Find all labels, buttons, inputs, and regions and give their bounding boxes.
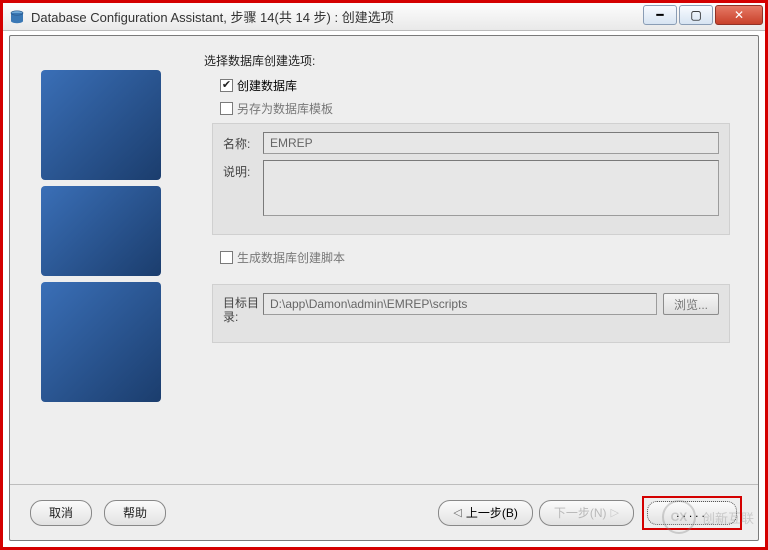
next-button: 下一步(N) ▷ bbox=[539, 500, 634, 526]
back-button[interactable]: ◁ 上一步(B) bbox=[438, 500, 532, 526]
help-button[interactable]: 帮助 bbox=[104, 500, 166, 526]
main-panel: 选择数据库创建选项: 创建数据库 另存为数据库模板 名称: 说明: bbox=[176, 50, 742, 484]
save-as-template-label: 另存为数据库模板 bbox=[237, 100, 333, 117]
maximize-button[interactable]: ▢ bbox=[679, 5, 713, 25]
scripts-dest-row: 目标目录: 浏览... bbox=[223, 293, 719, 324]
back-button-label: 上一步(B) bbox=[466, 504, 518, 521]
illustration-db-gears bbox=[41, 282, 161, 402]
minimize-icon: ━ bbox=[656, 8, 663, 22]
window-frame: Database Configuration Assistant, 步骤 14(… bbox=[0, 0, 768, 550]
close-button[interactable]: ✕ bbox=[715, 5, 763, 25]
finish-button[interactable]: ..... bbox=[647, 501, 737, 525]
generate-scripts-label: 生成数据库创建脚本 bbox=[237, 249, 345, 266]
template-group: 名称: 说明: bbox=[212, 123, 730, 235]
help-button-label: 帮助 bbox=[123, 504, 147, 521]
section-title: 选择数据库创建选项: bbox=[204, 52, 742, 69]
template-name-input bbox=[263, 132, 719, 154]
create-database-option[interactable]: 创建数据库 bbox=[220, 77, 742, 94]
cancel-button[interactable]: 取消 bbox=[30, 500, 92, 526]
minimize-button[interactable]: ━ bbox=[643, 5, 677, 25]
window-title: Database Configuration Assistant, 步骤 14(… bbox=[31, 7, 643, 26]
footer-bar: 取消 帮助 ◁ 上一步(B) 下一步(N) ▷ ..... bbox=[10, 484, 758, 540]
save-as-template-checkbox[interactable] bbox=[220, 102, 233, 115]
maximize-icon: ▢ bbox=[690, 8, 701, 22]
template-desc-label: 说明: bbox=[223, 160, 263, 180]
cancel-button-label: 取消 bbox=[49, 504, 73, 521]
illustration-db-disk bbox=[41, 186, 161, 276]
chevron-right-icon: ▷ bbox=[611, 506, 619, 519]
client-area: 选择数据库创建选项: 创建数据库 另存为数据库模板 名称: 说明: bbox=[9, 35, 759, 541]
title-bar[interactable]: Database Configuration Assistant, 步骤 14(… bbox=[3, 3, 765, 31]
browse-button: 浏览... bbox=[663, 293, 719, 315]
app-icon bbox=[9, 9, 25, 25]
template-name-label: 名称: bbox=[223, 132, 263, 152]
scripts-dest-input bbox=[263, 293, 657, 315]
sidebar-illustration bbox=[26, 50, 176, 484]
scripts-group: 目标目录: 浏览... bbox=[212, 284, 730, 343]
create-database-checkbox[interactable] bbox=[220, 79, 233, 92]
window-controls: ━ ▢ ✕ bbox=[643, 3, 765, 30]
generate-scripts-option[interactable]: 生成数据库创建脚本 bbox=[220, 249, 742, 266]
close-icon: ✕ bbox=[734, 8, 744, 22]
finish-button-label: ..... bbox=[676, 506, 708, 520]
template-name-row: 名称: bbox=[223, 132, 719, 154]
content-area: 选择数据库创建选项: 创建数据库 另存为数据库模板 名称: 说明: bbox=[10, 36, 758, 484]
chevron-left-icon: ◁ bbox=[453, 506, 461, 519]
finish-highlight: ..... bbox=[642, 496, 742, 530]
illustration-db-star bbox=[41, 70, 161, 180]
generate-scripts-checkbox[interactable] bbox=[220, 251, 233, 264]
template-desc-row: 说明: bbox=[223, 160, 719, 216]
template-desc-input bbox=[263, 160, 719, 216]
next-button-label: 下一步(N) bbox=[554, 504, 607, 521]
create-database-label: 创建数据库 bbox=[237, 77, 297, 94]
save-as-template-option[interactable]: 另存为数据库模板 bbox=[220, 100, 742, 117]
scripts-dest-label: 目标目录: bbox=[223, 293, 263, 324]
